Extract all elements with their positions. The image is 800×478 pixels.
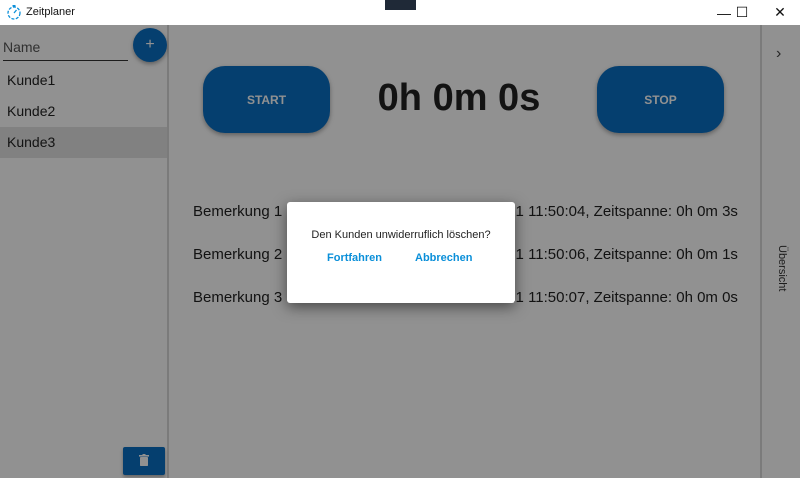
close-button[interactable]: ✕ <box>762 0 798 25</box>
confirm-button[interactable]: Fortfahren <box>327 252 382 264</box>
confirm-delete-dialog: Den Kunden unwiderruflich löschen? Fortf… <box>287 202 515 303</box>
maximize-button[interactable]: ☐ <box>724 0 760 25</box>
title-bar: Zeitplaner — ☐ ✕ <box>0 0 800 25</box>
dialog-message: Den Kunden unwiderruflich löschen? <box>311 229 491 241</box>
drag-handle[interactable] <box>385 0 416 10</box>
cancel-button[interactable]: Abbrechen <box>415 252 472 264</box>
stopwatch-icon <box>6 4 22 20</box>
window-title: Zeitplaner <box>26 6 75 18</box>
